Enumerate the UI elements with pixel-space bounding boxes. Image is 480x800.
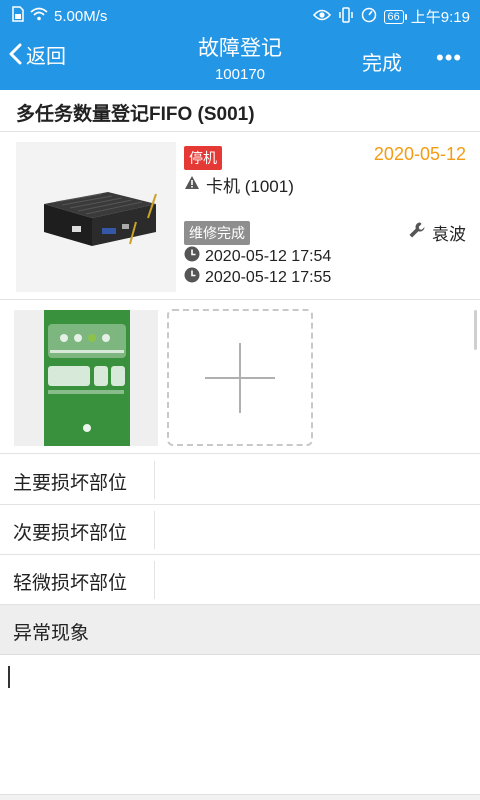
bottom-divider <box>0 794 480 800</box>
damage-label: 轻微损坏部位 <box>13 573 128 594</box>
start-time: 2020-05-12 17:54 <box>205 247 332 265</box>
worker-name: 袁波 <box>432 225 466 244</box>
divider <box>154 561 155 599</box>
machine-label: 卡机 (1001) <box>206 177 294 196</box>
page-title: 故障登记 <box>198 37 282 60</box>
damage-row-minor: 轻微损坏部位 <box>0 555 480 605</box>
status-badge: 停机 <box>184 146 222 170</box>
device-image[interactable] <box>16 142 176 292</box>
speed-gauge-icon <box>361 7 377 27</box>
end-time: 2020-05-12 17:55 <box>205 268 332 286</box>
task-title: 多任务数量登记FIFO (S001) <box>0 90 480 132</box>
minor-damage-input[interactable] <box>156 555 480 605</box>
text-caret <box>8 666 10 688</box>
battery-icon: 66 <box>383 9 408 24</box>
machine-info: 卡机 (1001) <box>184 172 294 197</box>
damage-row-secondary: 次要损坏部位 <box>0 505 480 555</box>
eye-icon <box>312 8 331 25</box>
done-button[interactable]: 完成 <box>362 47 402 76</box>
damage-label: 主要损坏部位 <box>13 473 128 494</box>
damage-label: 次要损坏部位 <box>13 523 128 544</box>
damage-row-primary: 主要损坏部位 <box>0 455 480 505</box>
photo-strip <box>0 300 480 454</box>
app-header: 5.00M/s 66 上午9:19 返回 故障登记 100170 完成 ••• <box>0 0 480 90</box>
photo-thumbnail[interactable] <box>14 310 158 446</box>
wifi-icon <box>30 7 48 25</box>
clock-icon <box>184 246 200 267</box>
abnormal-section-label: 异常现象 <box>0 605 480 655</box>
fault-date: 2020-05-12 <box>373 144 466 164</box>
status-bar: 5.00M/s 66 上午9:19 <box>0 0 480 32</box>
time-row-start: 2020-05-12 17:54 <box>184 246 331 267</box>
secondary-damage-input[interactable] <box>156 505 480 555</box>
repair-status-badge: 维修完成 <box>184 221 250 245</box>
warning-icon <box>184 175 200 195</box>
vibrate-icon <box>338 6 354 27</box>
sim-icon <box>12 6 24 26</box>
clock-icon <box>184 267 200 288</box>
worker-info: 袁波 <box>408 220 466 245</box>
device-card[interactable]: 停机 2020-05-12 卡机 (1001) 维修完成 袁波 2020-05-… <box>0 132 480 300</box>
add-photo-button[interactable] <box>167 309 313 446</box>
abnormal-description-input[interactable] <box>0 655 480 795</box>
network-speed: 5.00M/s <box>54 7 108 25</box>
divider <box>154 511 155 549</box>
time-row-end: 2020-05-12 17:55 <box>184 267 331 288</box>
more-options-button[interactable]: ••• <box>436 45 462 71</box>
page-subtitle: 100170 <box>214 66 266 83</box>
clock: 上午9:19 <box>410 9 470 26</box>
wrench-icon <box>408 221 426 244</box>
scrollbar[interactable] <box>474 310 477 350</box>
primary-damage-input[interactable] <box>156 455 480 505</box>
divider <box>154 461 155 499</box>
